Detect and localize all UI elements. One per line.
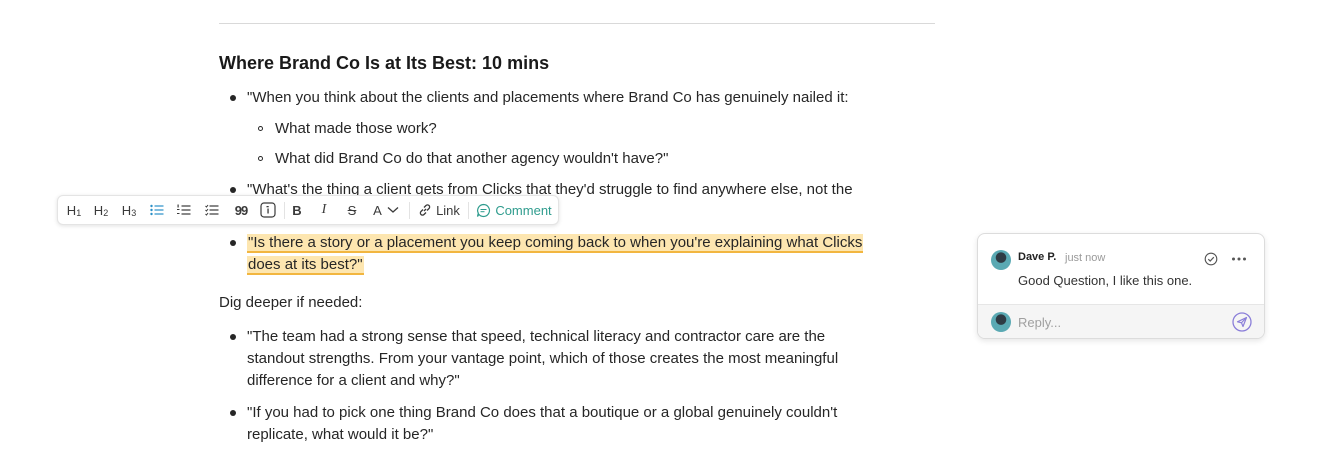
heading-3-sub: 3 <box>131 208 137 218</box>
toolbar-divider <box>284 202 285 219</box>
bold-button[interactable]: B <box>288 196 306 224</box>
reply-input[interactable] <box>1018 313 1218 331</box>
bullet-marker <box>230 334 236 340</box>
bullet-marker <box>230 410 236 416</box>
numbered-list-button[interactable] <box>174 196 194 224</box>
deeper-question-1-line-2[interactable]: standout strengths. From your vantage po… <box>247 348 838 370</box>
bold-label: B <box>292 202 302 218</box>
checklist-icon <box>205 204 219 216</box>
strikethrough-label: S <box>347 202 357 218</box>
heading-2-label: H <box>93 202 104 218</box>
more-options-icon[interactable] <box>1231 256 1247 262</box>
avatar <box>991 250 1011 270</box>
heading-1-button[interactable]: H1 <box>64 196 84 224</box>
sub-bullet-marker <box>258 126 263 131</box>
question-1-sub-1[interactable]: What made those work? <box>275 118 437 140</box>
comment-panel: Dave P. just now Good Question, I like t… <box>977 233 1265 339</box>
link-icon <box>419 204 431 216</box>
bullet-list-icon <box>150 204 164 216</box>
numbered-list-icon <box>177 204 191 215</box>
sub-bullet-marker <box>258 156 263 161</box>
text-color-label: A <box>373 202 382 218</box>
inline-code-button[interactable] <box>258 196 278 224</box>
section-divider <box>219 23 935 24</box>
comment-timestamp: just now <box>1065 252 1106 264</box>
chevron-down-icon <box>387 207 399 213</box>
link-button[interactable]: Link <box>415 196 463 224</box>
deeper-question-1-line-3[interactable]: difference for a client and why?" <box>247 370 460 392</box>
question-1-text[interactable]: "When you think about the clients and pl… <box>247 87 849 109</box>
comment-icon <box>477 203 491 217</box>
heading-3-button[interactable]: H3 <box>119 196 139 224</box>
quote-icon: 99 <box>234 202 249 218</box>
bullet-marker <box>230 95 236 101</box>
dig-deeper-label: Dig deeper if needed: <box>219 294 363 311</box>
comment-highlight[interactable]: "Is there a story or a placement you kee… <box>247 234 864 253</box>
reply-bar <box>978 304 1264 338</box>
inline-code-icon <box>260 202 276 218</box>
deeper-question-1-line-1[interactable]: "The team had a strong sense that speed,… <box>247 326 825 348</box>
comment-button[interactable]: Comment <box>473 196 555 224</box>
bullet-list-button[interactable] <box>147 196 167 224</box>
toolbar-divider <box>468 202 469 219</box>
checklist-button[interactable] <box>202 196 222 224</box>
strikethrough-button[interactable]: S <box>343 196 361 224</box>
resolve-check-icon[interactable] <box>1204 252 1218 266</box>
bullet-marker <box>230 240 236 246</box>
deeper-question-2-line-2[interactable]: replicate, what would it be?" <box>247 424 433 446</box>
heading-1-label: H <box>66 202 77 218</box>
deeper-question-2-line-1[interactable]: "If you had to pick one thing Brand Co d… <box>247 402 837 424</box>
text-color-dropdown[interactable]: A <box>370 196 402 224</box>
toolbar-divider <box>409 202 410 219</box>
italic-button[interactable]: I <box>315 196 333 224</box>
heading-3-label: H <box>121 202 132 218</box>
heading-2-button[interactable]: H2 <box>91 196 111 224</box>
italic-label: I <box>321 202 327 217</box>
comment-label: Comment <box>495 202 552 218</box>
send-icon[interactable] <box>1232 312 1252 332</box>
section-heading: Where Brand Co Is at Its Best: 10 mins <box>219 53 550 73</box>
avatar <box>991 312 1011 332</box>
bullet-marker <box>230 187 236 193</box>
comment-text: Good Question, I like this one. <box>1018 273 1193 288</box>
highlighted-question-line-1[interactable]: "Is there a story or a placement you kee… <box>247 232 864 254</box>
quote-button[interactable]: 99 <box>230 196 252 224</box>
heading-2-sub: 2 <box>103 208 109 218</box>
highlighted-question-line-2[interactable]: does at its best?" <box>247 254 364 276</box>
comment-highlight[interactable]: does at its best?" <box>247 256 364 275</box>
heading-1-sub: 1 <box>76 208 82 218</box>
question-1-sub-2[interactable]: What did Brand Co do that another agency… <box>275 148 668 170</box>
link-label: Link <box>436 202 460 218</box>
format-toolbar: H1 H2 H3 99 B I S A Link Comment <box>57 195 559 225</box>
comment-author: Dave P. <box>1018 251 1057 263</box>
